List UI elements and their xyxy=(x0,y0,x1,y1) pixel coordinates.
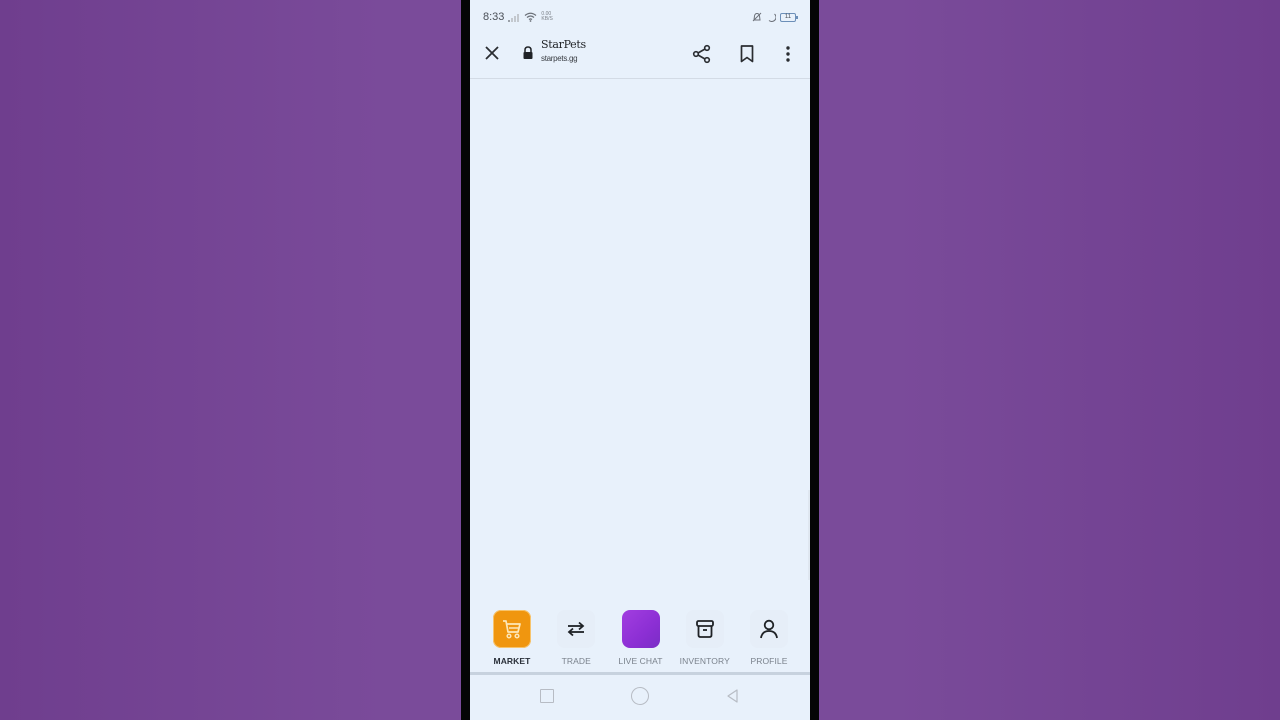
nav-item-profile[interactable]: PROFILE xyxy=(738,610,800,672)
signal-icon xyxy=(508,13,520,22)
page-identity[interactable]: StarPets starpets.gg xyxy=(541,38,586,63)
swap-arrows-icon xyxy=(567,621,585,637)
nav-item-live-chat[interactable]: LIVE CHAT xyxy=(610,610,672,672)
net-speed: 0.00 KB/S xyxy=(541,12,552,22)
more-vert-icon[interactable] xyxy=(782,44,794,64)
home-icon[interactable] xyxy=(631,687,649,705)
nav-label-live-chat: LIVE CHAT xyxy=(618,656,663,666)
status-bar: 8:33 0.00 KB/S 11 xyxy=(470,0,810,34)
back-icon[interactable] xyxy=(725,688,741,704)
muted-bell-icon xyxy=(752,12,762,22)
close-icon[interactable] xyxy=(483,44,501,62)
archive-box-icon xyxy=(695,620,714,638)
trade-icon-box xyxy=(557,610,596,648)
bookmark-icon[interactable] xyxy=(739,44,755,64)
battery-indicator: 11 xyxy=(780,12,798,22)
status-time: 8:33 xyxy=(483,11,505,23)
profile-icon-box xyxy=(750,610,788,648)
user-icon xyxy=(760,619,778,639)
page-title: StarPets xyxy=(541,38,586,51)
moon-icon xyxy=(768,13,776,22)
nav-item-market[interactable]: MARKET xyxy=(481,610,543,672)
nav-label-market: MARKET xyxy=(493,656,531,666)
nav-item-trade[interactable]: TRADE xyxy=(545,610,607,672)
market-icon-box xyxy=(493,610,531,648)
page-content[interactable] xyxy=(470,80,810,605)
bottom-nav: MARKET TRADE LIVE CHAT INVENTORY PROFILE xyxy=(470,610,810,672)
nav-label-inventory: INVENTORY xyxy=(679,656,730,666)
live-chat-icon xyxy=(621,610,660,648)
wifi-icon xyxy=(525,12,537,22)
share-icon[interactable] xyxy=(692,44,712,64)
inventory-icon-box xyxy=(685,610,724,648)
page-url: starpets.gg xyxy=(541,54,578,63)
nav-label-trade: TRADE xyxy=(561,656,591,666)
status-left: 8:33 0.00 KB/S xyxy=(483,11,553,23)
system-nav-bar xyxy=(470,675,810,720)
status-right: 11 xyxy=(752,12,798,22)
phone-bezel-left xyxy=(461,0,470,720)
nav-item-inventory[interactable]: INVENTORY xyxy=(674,610,736,672)
lock-icon[interactable] xyxy=(522,46,534,60)
cart-icon xyxy=(503,620,521,639)
scrollbar[interactable] xyxy=(808,490,810,580)
nav-label-profile: PROFILE xyxy=(750,656,788,666)
recent-apps-icon[interactable] xyxy=(540,689,554,703)
phone-screen: 8:33 0.00 KB/S 11 StarPets starpets.gg M… xyxy=(470,0,810,720)
phone-bezel-right xyxy=(810,0,819,720)
browser-toolbar: StarPets starpets.gg xyxy=(470,34,810,79)
net-speed-unit: KB/S xyxy=(541,16,553,22)
